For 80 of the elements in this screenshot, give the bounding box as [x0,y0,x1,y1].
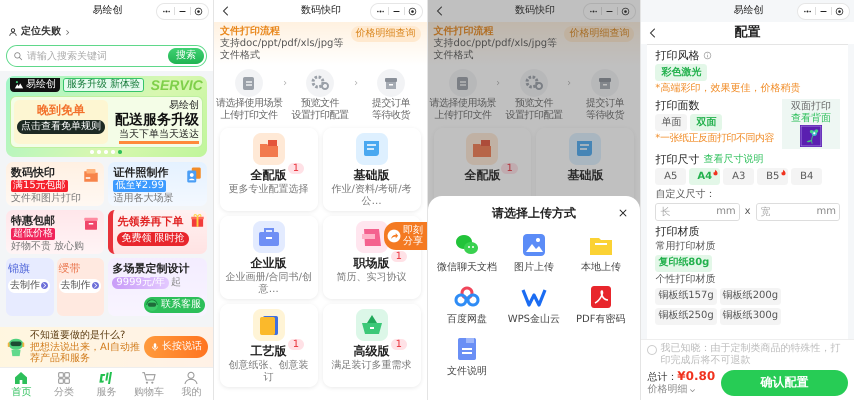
product-subtitle: 创意纸张、创意装订 [228,360,310,384]
unit-label: mm [716,206,736,218]
step-detail: 等待收货 [372,110,410,122]
product-title: 职场版 [354,256,390,270]
product-subtitle: 满足装订多重需求 [332,360,412,372]
product-subtitle: 简历、实习协议 [336,272,407,284]
total-label: 总计： [647,372,678,384]
product-title: 高级版 [354,344,390,358]
price-suffix: 起 [171,276,182,289]
product-subtitle: 作业/资料/考研/考公… [330,184,413,208]
banner-headline: 配送服务升级 [114,112,199,128]
format-note: 支持doc/ppt/pdf/xls/jpg等文件格式 [434,38,558,62]
step-title: 请选择使用场景 [430,98,496,110]
page-title: 配置 [734,25,761,41]
coupon-title: 先领券再下单 [117,214,184,228]
page-title: 数码快印 [301,5,342,17]
section-title: 打印材质 [655,225,700,239]
option-note: *一张纸正反面打印不同内容 [655,133,774,146]
card-subtitle: 文件和图片打印 [11,192,81,205]
card-title: 多场景定制设计 [112,262,190,275]
group-label: 个性打印材质 [655,274,716,286]
banner-watermark-text: SERVIC [150,78,203,92]
card-title: 绶带 [58,262,81,275]
section-title: 打印面数 [655,99,700,112]
card-title: 数码快印 [11,166,55,179]
process-title: 文件打印流程 [220,26,281,38]
step-detail: 上传打印文件 [220,110,278,122]
step-detail: 设置打印配置 [505,110,562,122]
product-subtitle: 企业画册/合同书/创意… [224,272,314,296]
assistant-question: 不知道要做的是什么? [30,330,126,342]
preview-label: 双面打印 [791,101,831,112]
product-title: 全配版 [250,168,287,182]
format-note: 支持doc/ppt/pdf/xls/jpg等文件格式 [220,38,344,62]
step-detail: 设置打印配置 [292,110,349,122]
total-price: ¥0.80 [677,369,716,384]
product-title: 工艺版 [250,344,287,358]
times-sign: x [744,206,751,218]
product-subtitle: 更多专业配置选择 [228,184,309,196]
count-badge: 1 [288,339,304,350]
card-title: 证件照制作 [113,166,168,179]
product-title: 基础版 [354,168,390,182]
section-title: 打印尺寸 [655,153,700,166]
app-title: 易绘创 [92,5,122,17]
step-title: 预览文件 [301,98,340,110]
option-note: *高端彩印，效果更佳，价格稍贵 [655,83,800,96]
product-title: 全配版 [464,168,500,182]
count-badge: 1 [390,251,407,262]
card-title: 锦旗 [8,262,30,275]
process-title: 文件打印流程 [434,26,494,38]
brand-name: 易绘创 [168,100,199,112]
assistant-hint: 把想法说出来，AI自动推荐产品和服务 [30,342,141,364]
banner-subline: 当天下单当天送达 [118,128,199,144]
app-title: 易绘创 [734,5,764,17]
card-badge: 满15元包邮 [11,180,68,192]
feature-tag: 服务升级 新体验 [63,78,144,92]
product-title: 基础版 [567,168,604,182]
card-badge: 超低价格 [11,228,55,240]
count-badge: 1 [501,163,518,174]
card-title: 特惠包邮 [11,214,55,227]
brand-name: 易绘创 [26,78,56,90]
step-detail: 等待收货 [586,110,624,122]
step-title: 提交订单 [372,98,410,110]
step-title: 预览文件 [514,98,553,110]
step-detail: 上传打印文件 [434,110,492,122]
card-subtitle: 适用各大场景 [113,192,174,205]
count-badge: 1 [390,339,407,350]
unit-label: mm [816,206,836,218]
section-title: 打印风格 [655,49,700,62]
product-title: 企业版 [250,256,287,270]
price-tag: 9999元/年 [112,276,170,289]
agreement-text: 我已知晓：由于定制类商品的特殊性，打印完成后将不可退款 [660,343,842,366]
count-badge: 1 [288,163,304,174]
step-title: 请选择使用场景 [216,98,282,110]
field-label: 自定义尺寸： [655,189,716,202]
group-label: 常用打印材质 [655,240,716,253]
card-subtitle: 好物不贵 放心购 [11,240,84,253]
promo-title: 晚到免单 [37,103,85,118]
step-title: 提交订单 [586,98,624,110]
page-title: 数码快印 [514,5,555,17]
card-badge: 低至¥2.99 [113,180,166,192]
